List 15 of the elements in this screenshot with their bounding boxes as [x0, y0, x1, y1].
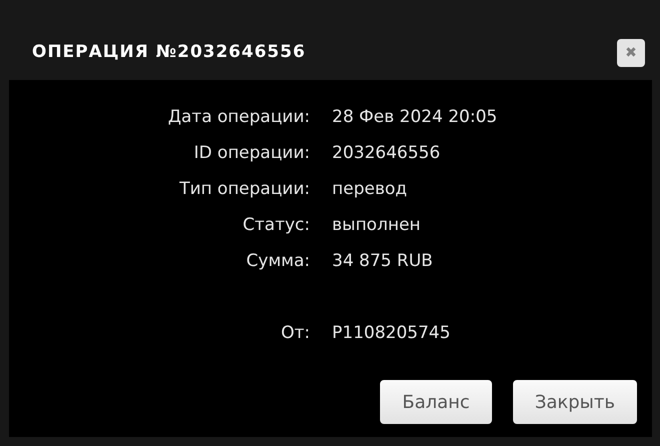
field-label: От: [280, 322, 310, 346]
field-label: Статус: [242, 214, 310, 238]
field-value: 2032646556 [332, 142, 440, 166]
dialog-button[interactable]: Баланс [380, 380, 492, 424]
field-label: Дата операции: [166, 106, 310, 130]
dialog-title: ОПЕРАЦИЯ №2032646556 [32, 41, 306, 64]
field-value: 28 Фев 2024 20:05 [332, 106, 498, 130]
field-label: Сумма: [245, 250, 310, 274]
field-value: выполнен [332, 214, 421, 238]
field-label: Тип операции: [178, 178, 310, 202]
field-value: P1108205745 [332, 322, 450, 346]
field-label: ID операции: [192, 142, 310, 166]
field-value: 34 875 RUB [332, 250, 433, 274]
field-value: перевод [332, 178, 407, 202]
dialog-button[interactable]: Закрыть [512, 380, 637, 424]
